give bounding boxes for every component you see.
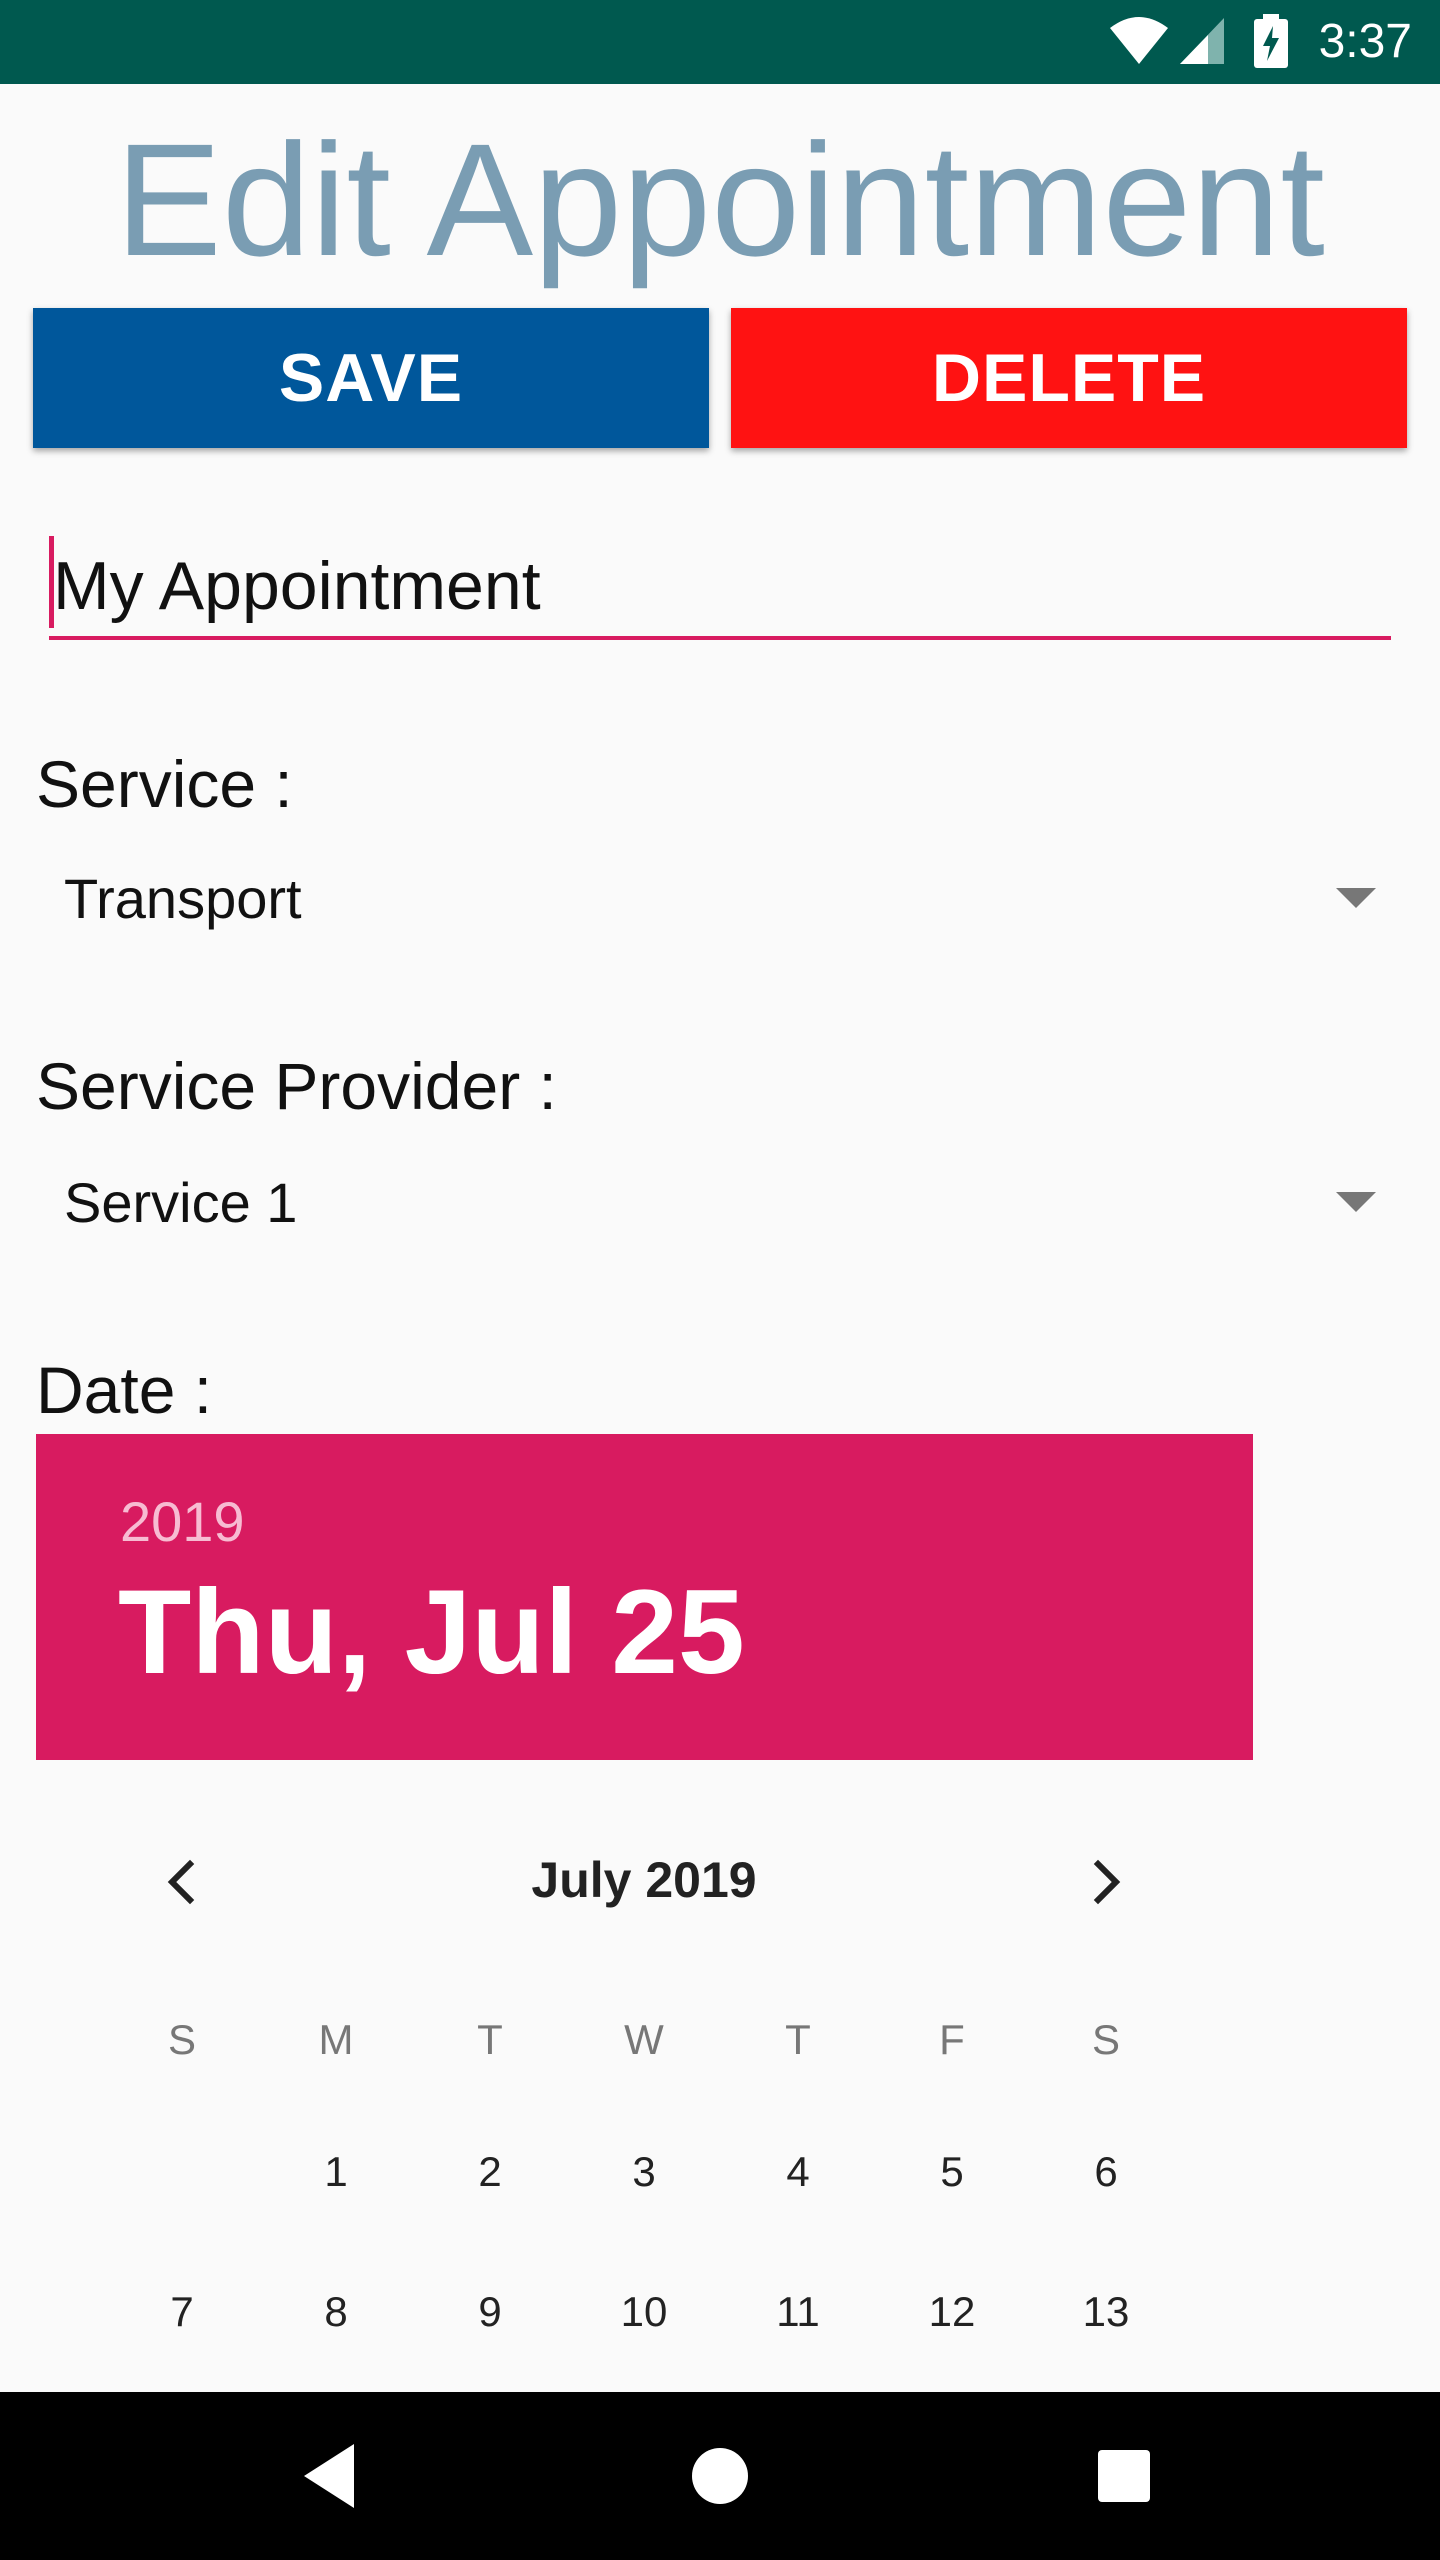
weekday-label: M — [318, 2016, 354, 2063]
calendar-day[interactable]: 12 — [892, 2284, 1012, 2340]
date-picker-header: 2019 Thu, Jul 25 — [36, 1434, 1253, 1760]
calendar-day[interactable]: 13 — [1046, 2284, 1166, 2340]
appointment-name-value: My Appointment — [53, 548, 541, 624]
dropdown-arrow-icon — [1336, 1192, 1376, 1212]
weekday-label: W — [624, 2016, 664, 2063]
home-icon[interactable] — [670, 2426, 770, 2526]
recents-icon[interactable] — [1074, 2426, 1174, 2526]
dropdown-arrow-icon — [1336, 888, 1376, 908]
calendar-month-title: July 2019 — [531, 1852, 757, 1908]
calendar-day[interactable]: 1 — [276, 2144, 396, 2200]
service-provider-dropdown[interactable]: Service 1 — [36, 1152, 1376, 1262]
calendar-day[interactable]: 4 — [738, 2144, 858, 2200]
service-provider-label: Service Provider : — [36, 1049, 557, 1123]
appointment-name-input[interactable]: My Appointment — [49, 530, 1391, 640]
weekday-label: S — [167, 2016, 196, 2063]
date-label: Date : — [36, 1353, 213, 1427]
calendar-day[interactable]: 7 — [122, 2284, 242, 2340]
service-dropdown[interactable]: Transport — [36, 848, 1376, 958]
battery-charging-icon — [1254, 14, 1288, 73]
date-picker-selected-date[interactable]: Thu, Jul 25 — [118, 1564, 745, 1700]
service-selected-value: Transport — [64, 867, 302, 930]
calendar-day[interactable]: 6 — [1046, 2144, 1166, 2200]
calendar-day[interactable]: 3 — [584, 2144, 704, 2200]
page-title: Edit Appointment — [115, 110, 1325, 289]
service-label: Service : — [36, 747, 293, 821]
status-time: 3:37 — [1318, 15, 1412, 68]
delete-button[interactable]: DELETE — [731, 308, 1407, 448]
chevron-left-icon[interactable] — [142, 1842, 222, 1922]
service-provider-selected-value: Service 1 — [64, 1171, 298, 1234]
system-navigation-bar — [0, 2392, 1440, 2560]
back-icon[interactable] — [282, 2426, 382, 2526]
wifi-icon — [1108, 14, 1170, 71]
save-button[interactable]: SAVE — [33, 308, 709, 448]
calendar-day[interactable]: 5 — [892, 2144, 1012, 2200]
status-bar: 3:37 — [0, 0, 1440, 84]
date-picker-year[interactable]: 2019 — [120, 1490, 245, 1554]
weekday-label: T — [477, 2016, 503, 2063]
weekday-label: T — [785, 2016, 811, 2063]
weekday-label: S — [1091, 2016, 1120, 2063]
calendar-day[interactable]: 10 — [584, 2284, 704, 2340]
calendar-day[interactable]: 11 — [738, 2284, 858, 2340]
calendar-day[interactable]: 8 — [276, 2284, 396, 2340]
calendar-day[interactable]: 9 — [430, 2284, 550, 2340]
cellular-signal-icon — [1178, 14, 1226, 71]
chevron-right-icon[interactable] — [1066, 1842, 1146, 1922]
weekday-label: F — [939, 2016, 965, 2063]
calendar-day[interactable]: 2 — [430, 2144, 550, 2200]
